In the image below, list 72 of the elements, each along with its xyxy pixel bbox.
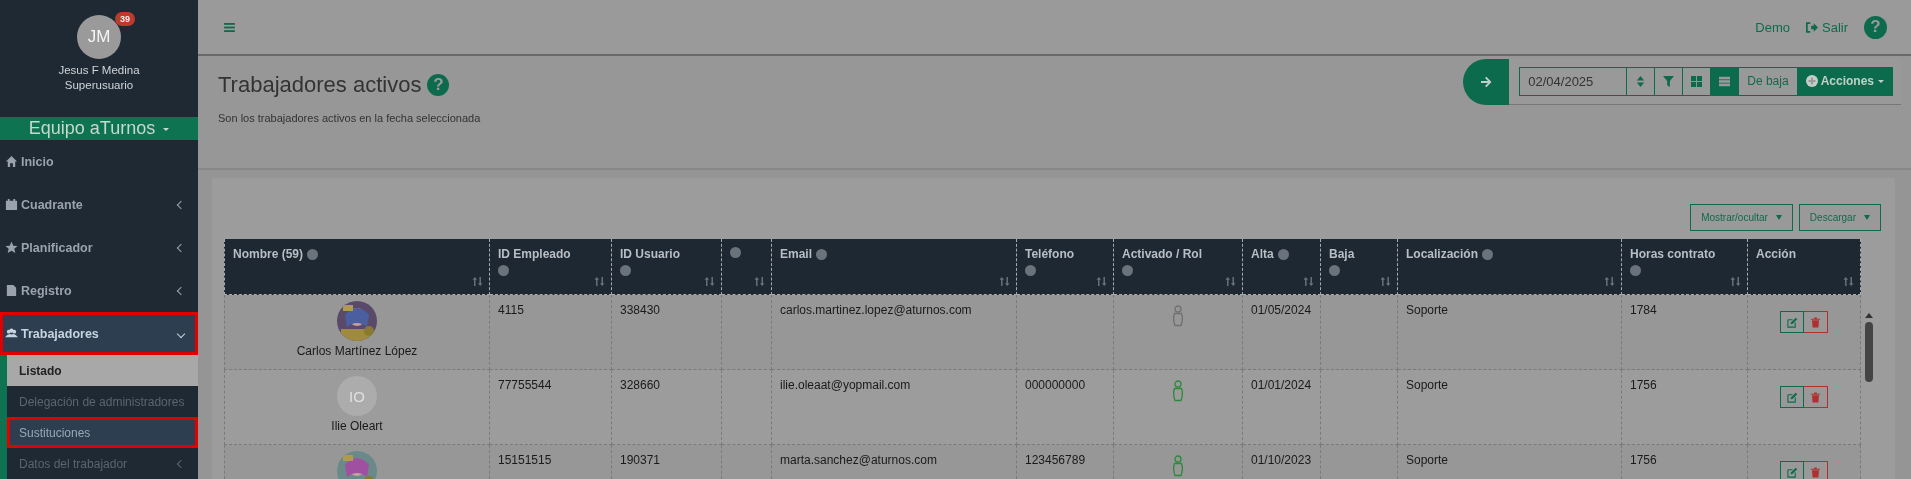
- users-icon: [5, 327, 18, 340]
- table-cell: 4115: [490, 295, 612, 370]
- sidebar-item[interactable]: Inicio: [0, 140, 198, 183]
- arrow-icon: [1480, 75, 1493, 88]
- submenu-item[interactable]: Listado: [7, 355, 198, 386]
- table-cell: Soporte: [1398, 445, 1622, 479]
- sort-icon[interactable]: [1380, 277, 1391, 286]
- trash-icon: [1810, 316, 1821, 328]
- table-cell: 1756: [1622, 445, 1748, 479]
- table-cell: 15151515: [490, 445, 612, 479]
- sort-icon[interactable]: [754, 277, 765, 286]
- employee-name[interactable]: Carlos Martínez López: [296, 344, 418, 358]
- sort-icon[interactable]: [594, 277, 605, 286]
- page-title: Trabajadores activos: [218, 72, 422, 98]
- sort-icon[interactable]: [472, 277, 483, 286]
- employee-name[interactable]: Ilie Oleart: [331, 419, 383, 433]
- edit-button[interactable]: [1780, 311, 1804, 333]
- edit-icon: [1786, 391, 1798, 403]
- sort-icon[interactable]: [1843, 277, 1854, 286]
- sort-icon[interactable]: [1604, 277, 1615, 286]
- file-icon: [5, 284, 18, 297]
- filter-icon: [1663, 75, 1675, 87]
- user-role: Superusuario: [64, 79, 134, 91]
- edit-icon: [1786, 316, 1798, 328]
- page-subtitle: Son los trabajadores activos en la fecha seleccionada: [218, 112, 481, 124]
- table-cell: Soporte: [1398, 295, 1622, 370]
- notification-badge: 39: [115, 12, 135, 26]
- edit-icon: [1786, 466, 1798, 478]
- team-selector[interactable]: Equipo aTurnos: [0, 117, 198, 140]
- plus-icon: [1805, 75, 1818, 87]
- star-icon: [5, 241, 18, 254]
- edit-button[interactable]: [1780, 461, 1804, 479]
- menu-icon[interactable]: [224, 22, 235, 32]
- trash-icon: [1810, 391, 1821, 403]
- sort-icon[interactable]: [999, 277, 1010, 286]
- trash-icon: [1810, 466, 1821, 478]
- list-icon: [1719, 75, 1731, 87]
- list-view-button[interactable]: [1711, 66, 1740, 96]
- sidebar-item[interactable]: Registro: [0, 269, 198, 312]
- submenu-item[interactable]: Sustituciones: [7, 417, 198, 448]
- table-cell: carlos.martinez.lopez@aturnos.com: [772, 295, 1017, 370]
- actions-button[interactable]: Acciones: [1797, 66, 1893, 96]
- sidebar-item[interactable]: Trabajadores: [0, 312, 198, 355]
- table-cell: 123456789: [1017, 445, 1114, 479]
- sidebar-item[interactable]: Cuadrante: [0, 183, 198, 226]
- delete-button[interactable]: [1804, 386, 1828, 408]
- sort-icon[interactable]: [704, 277, 715, 286]
- calendar-icon: [5, 198, 18, 211]
- go-button[interactable]: [1463, 58, 1510, 105]
- table-cell: 1784: [1622, 295, 1748, 370]
- table-cell: 01/05/2024: [1243, 295, 1321, 370]
- sort-icon[interactable]: [1225, 277, 1236, 286]
- exit-icon: [1806, 21, 1818, 33]
- table-cell: marta.sanchez@aturnos.com: [772, 445, 1017, 479]
- delete-button[interactable]: [1804, 311, 1828, 333]
- spinner-button[interactable]: [1627, 66, 1656, 96]
- sidebar-item[interactable]: Planificador: [0, 226, 198, 269]
- delete-button[interactable]: [1804, 461, 1828, 479]
- sort-icon[interactable]: [1303, 277, 1314, 286]
- grid-view-button[interactable]: [1683, 66, 1712, 96]
- table-cell: 190371: [612, 445, 722, 479]
- home-icon: [5, 155, 18, 168]
- table-cell: 338430: [612, 295, 722, 370]
- sort-icon[interactable]: [1096, 277, 1107, 286]
- grid-icon: [1691, 75, 1703, 87]
- up-down-icon: [1635, 75, 1647, 87]
- sort-icon[interactable]: [1730, 277, 1741, 286]
- user-name: Jesus F Medina: [58, 64, 140, 76]
- table-cell: 01/10/2023: [1243, 445, 1321, 479]
- edit-button[interactable]: [1780, 386, 1804, 408]
- filter-button[interactable]: [1655, 66, 1684, 96]
- date-field[interactable]: 02/04/2025: [1519, 66, 1628, 96]
